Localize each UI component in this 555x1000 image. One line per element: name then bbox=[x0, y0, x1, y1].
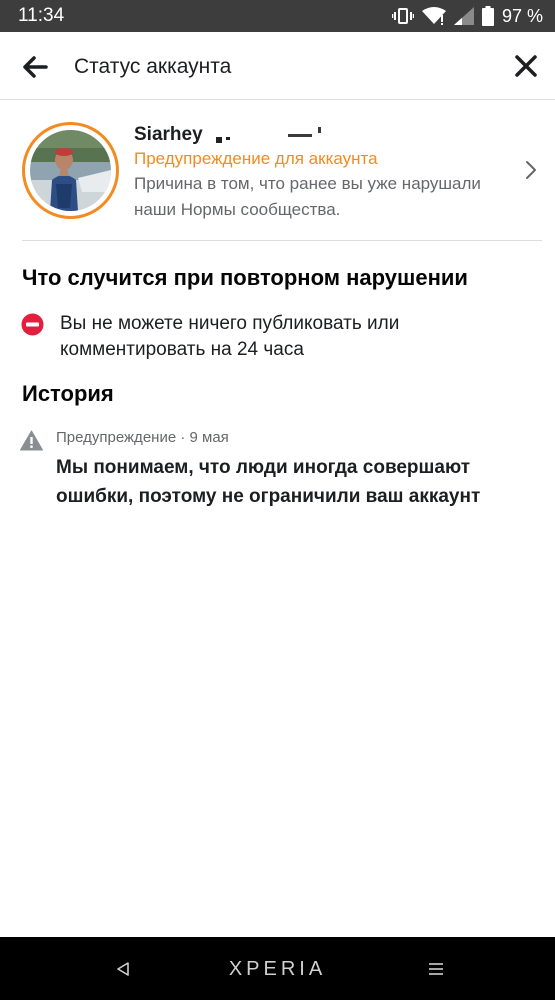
status-icons: 97 % bbox=[391, 4, 543, 28]
no-entry-icon bbox=[21, 313, 44, 336]
repeat-violation-heading: Что случится при повторном нарушении bbox=[22, 265, 468, 290]
signal-icon bbox=[453, 7, 474, 25]
redacted-surname bbox=[214, 125, 344, 147]
account-warning-status: Предупреждение для аккаунта bbox=[134, 149, 378, 168]
status-time: 11:34 bbox=[18, 5, 65, 26]
history-item: Предупреждение · 9 мая Мы понимаем, что … bbox=[0, 422, 555, 512]
close-icon bbox=[515, 55, 537, 77]
arrow-left-icon bbox=[23, 56, 48, 78]
history-item-text: Мы понимаем, что люди иногда совершают о… bbox=[56, 457, 481, 507]
warning-icon bbox=[20, 430, 43, 451]
nav-menu-icon[interactable] bbox=[427, 959, 445, 979]
back-button[interactable] bbox=[20, 52, 50, 82]
close-button[interactable] bbox=[511, 51, 541, 81]
battery-level: 97 % bbox=[501, 6, 543, 26]
divider bbox=[22, 240, 542, 241]
restriction-text: Вы не можете ничего публиковать или комм… bbox=[60, 313, 400, 360]
chevron-right-icon bbox=[526, 161, 536, 179]
page-title: Статус аккаунта bbox=[74, 55, 232, 78]
status-bar: 11:34 97 % bbox=[0, 0, 555, 32]
account-name: Siarhey bbox=[134, 124, 203, 145]
avatar bbox=[30, 130, 111, 211]
vibrate-icon bbox=[391, 8, 414, 24]
battery-icon bbox=[481, 6, 494, 26]
history-item-meta: Предупреждение · 9 мая bbox=[56, 429, 229, 446]
wifi-icon bbox=[421, 7, 446, 25]
system-nav-bar: XPERIA bbox=[0, 937, 555, 1000]
warning-reason: Причина в том, что ранее вы уже нарушали… bbox=[134, 174, 481, 219]
account-card[interactable]: Siarhey Предупреждение для аккаунта Прич… bbox=[0, 101, 555, 240]
avatar-ring bbox=[22, 122, 119, 219]
history-heading: История bbox=[22, 381, 114, 406]
app-header: Статус аккаунта bbox=[0, 32, 555, 100]
profile-photo bbox=[30, 130, 111, 211]
brand-logo: XPERIA bbox=[228, 958, 327, 980]
